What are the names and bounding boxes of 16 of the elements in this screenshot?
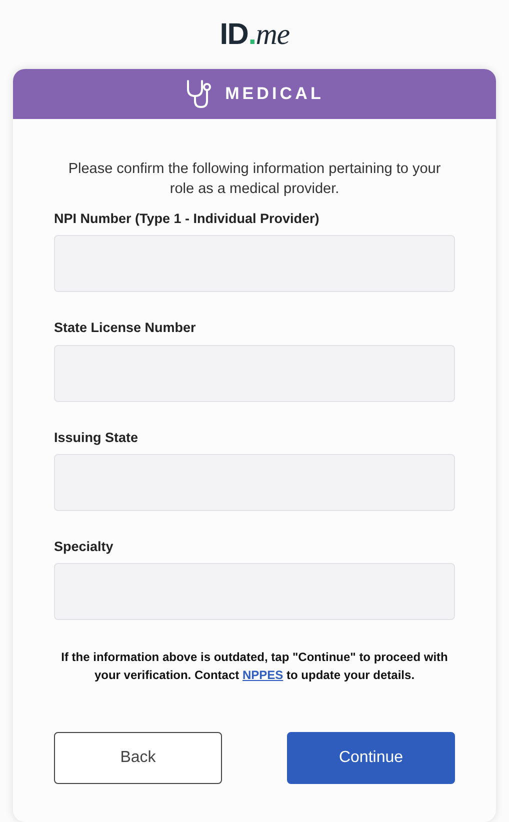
stethoscope-icon xyxy=(185,79,214,109)
field-label: Issuing State xyxy=(54,428,140,447)
header-title: MEDICAL xyxy=(225,83,324,106)
input-field[interactable] xyxy=(54,563,455,620)
nppes-link[interactable]: NPPES xyxy=(242,668,284,682)
input-field[interactable] xyxy=(54,235,455,292)
info-note: If the information above is outdated, tap "Continue" to proceed with your verification. Contact NPPES to update your details. xyxy=(60,649,449,684)
field-label: NPI Number (Type 1 - Individual Provider) xyxy=(54,210,320,228)
field-label: State License Number xyxy=(54,319,197,338)
continue-button[interactable]: Continue xyxy=(287,732,455,784)
logo: ID.me xyxy=(220,20,290,50)
intro-text: Please confirm the following information pertaining to your role as a medical provider. xyxy=(67,160,442,199)
input-field[interactable] xyxy=(54,344,455,402)
field-label: Specialty xyxy=(54,538,114,556)
input-field[interactable] xyxy=(54,454,455,511)
back-button[interactable]: Back xyxy=(54,732,222,784)
